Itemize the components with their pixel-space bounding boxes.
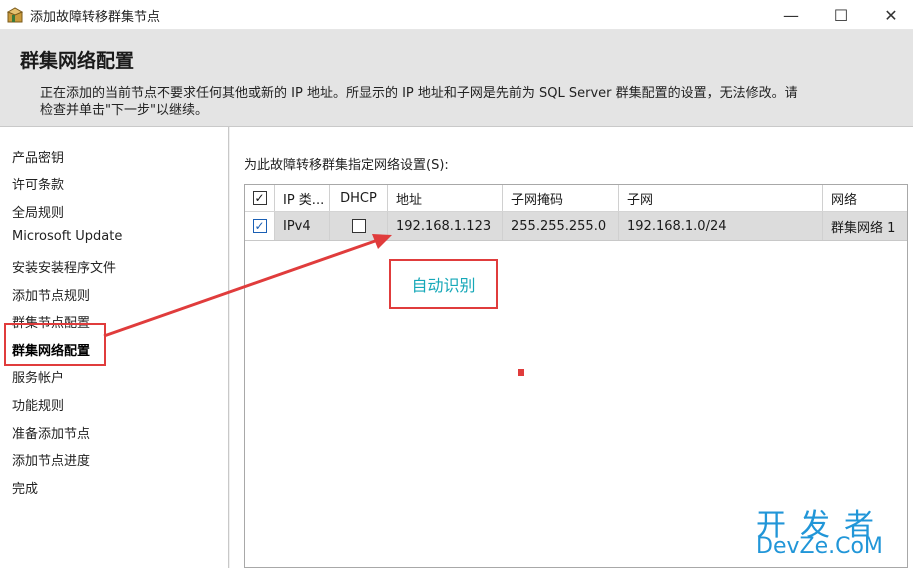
- network-settings-label: 为此故障转移群集指定网络设置(S):: [244, 158, 449, 173]
- cell-ip-type: IPv4: [275, 212, 330, 240]
- page-description: 正在添加的当前节点不要求任何其他或新的 IP 地址。所显示的 IP 地址和子网是…: [40, 86, 798, 118]
- sidebar-item-install-setup-files[interactable]: 安装安装程序文件: [12, 257, 116, 276]
- table-row[interactable]: ✓ IPv4 192.168.1.123 255.255.255.0 192.1…: [245, 212, 907, 241]
- sidebar-item-add-node-rules[interactable]: 添加节点规则: [12, 285, 90, 304]
- sidebar-item-ready-to-add-node[interactable]: 准备添加节点: [12, 423, 90, 442]
- column-header-dhcp[interactable]: DHCP: [330, 185, 388, 211]
- column-header-address[interactable]: 地址: [388, 185, 503, 211]
- sidebar-highlight-box: [4, 323, 106, 366]
- cell-dhcp[interactable]: [330, 212, 388, 240]
- close-button[interactable]: ✕: [868, 0, 913, 30]
- watermark-en: DevZe.CoM: [756, 534, 883, 559]
- annotation-text: 自动识别: [411, 276, 476, 295]
- package-icon: [6, 7, 24, 23]
- window-title: 添加故障转移群集节点: [30, 10, 161, 25]
- sidebar-item-complete[interactable]: 完成: [12, 478, 38, 497]
- annotation-box: 自动识别: [389, 259, 498, 309]
- sidebar-item-product-key[interactable]: 产品密钥: [12, 147, 64, 166]
- sidebar-item-add-node-progress[interactable]: 添加节点进度: [12, 450, 90, 469]
- row-select-checkbox[interactable]: ✓: [252, 219, 267, 233]
- minimize-button[interactable]: —: [768, 0, 814, 30]
- red-marker: [518, 369, 524, 376]
- grid-header: ✓ IP 类... DHCP 地址 子网掩码 子网 网络: [245, 185, 907, 212]
- cell-network: 群集网络 1: [831, 220, 896, 236]
- sidebar-item-feature-rules[interactable]: 功能规则: [12, 395, 64, 414]
- maximize-button[interactable]: ☐: [818, 0, 864, 30]
- sidebar-item-service-accounts[interactable]: 服务帐户: [12, 367, 64, 386]
- column-header-ip-type[interactable]: IP 类...: [275, 185, 330, 211]
- select-all-checkbox[interactable]: ✓: [252, 191, 267, 205]
- page-title: 群集网络配置: [20, 50, 135, 72]
- row-select-cell[interactable]: ✓: [245, 212, 275, 240]
- cell-subnet: 192.168.1.0/24: [619, 212, 823, 240]
- page-header: 群集网络配置 正在添加的当前节点不要求任何其他或新的 IP 地址。所显示的 IP…: [0, 30, 913, 127]
- cell-address: 192.168.1.123: [388, 212, 503, 240]
- sidebar-item-license-terms[interactable]: 许可条款: [12, 174, 64, 193]
- title-bar: 添加故障转移群集节点 — ☐ ✕: [0, 0, 913, 30]
- dhcp-checkbox[interactable]: [351, 219, 366, 233]
- select-all-cell[interactable]: ✓: [245, 185, 275, 211]
- column-header-network[interactable]: 网络: [823, 185, 907, 211]
- column-header-subnet[interactable]: 子网: [619, 185, 823, 211]
- sidebar-item-global-rules[interactable]: 全局规则: [12, 202, 64, 221]
- column-header-subnet-mask[interactable]: 子网掩码: [503, 185, 619, 211]
- sidebar-item-microsoft-update[interactable]: Microsoft Update: [12, 229, 122, 244]
- cell-subnet-mask: 255.255.255.0: [503, 212, 619, 240]
